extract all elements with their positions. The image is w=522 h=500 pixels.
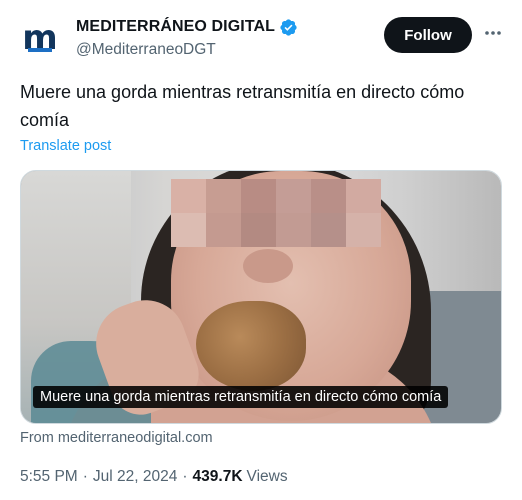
photo-nose — [243, 249, 293, 283]
account-names: MEDITERRÁNEO DIGITAL @MediterraneoDGT — [76, 16, 298, 59]
post-time[interactable]: 5:55 PM — [20, 468, 78, 486]
post-metadata: 5:55 PM · Jul 22, 2024 · 439.7K Views — [20, 468, 288, 486]
translate-post-link[interactable]: Translate post — [20, 138, 111, 154]
avatar[interactable]: m — [20, 18, 60, 58]
post-text: Muere una gorda mientras retransmitía en… — [20, 82, 465, 130]
meta-separator: · — [82, 468, 88, 485]
photo-food — [196, 301, 306, 391]
follow-button[interactable]: Follow — [384, 17, 472, 53]
meta-separator: · — [182, 468, 188, 485]
pixelated-eyes-censor — [171, 179, 381, 247]
avatar-logo-bar — [28, 48, 52, 52]
verified-badge-icon[interactable] — [279, 18, 298, 37]
views-label: Views — [246, 468, 288, 485]
more-horizontal-icon[interactable] — [484, 24, 502, 42]
media-image[interactable]: Muere una gorda mientras retransmitía en… — [20, 170, 502, 424]
media-caption: Muere una gorda mientras retransmitía en… — [33, 386, 449, 408]
post-date[interactable]: Jul 22, 2024 — [93, 468, 177, 486]
media-source-link[interactable]: From mediterraneodigital.com — [20, 430, 213, 446]
display-name[interactable]: MEDITERRÁNEO DIGITAL — [76, 18, 275, 36]
display-name-row: MEDITERRÁNEO DIGITAL — [76, 16, 298, 38]
post-card: m MEDITERRÁNEO DIGITAL @MediterraneoDGT … — [0, 0, 522, 500]
views-count[interactable]: 439.7K — [193, 468, 243, 486]
account-handle[interactable]: @MediterraneoDGT — [76, 41, 298, 59]
